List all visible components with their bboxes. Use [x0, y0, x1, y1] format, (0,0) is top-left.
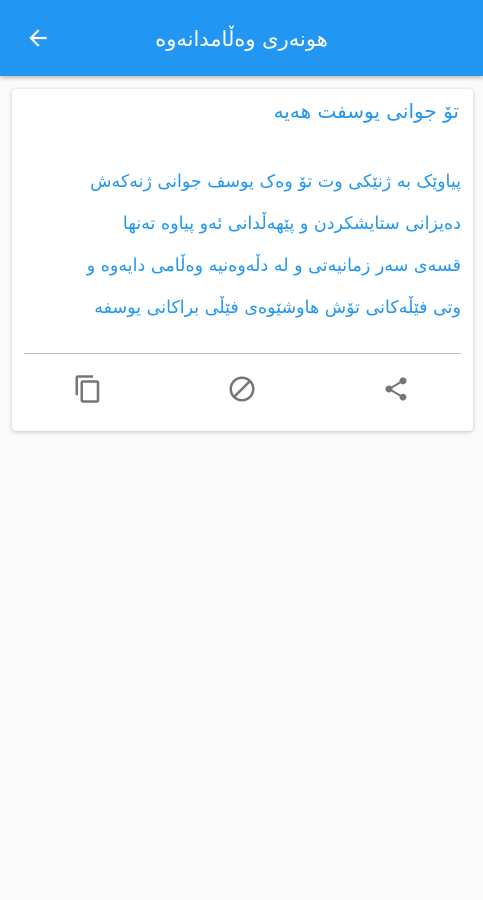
- card-text-line: وتی فێڵەکانی تۆش هاوشێوەی فێڵی براکانی ی…: [94, 298, 461, 318]
- card-body: پیاوێک بە ژنێکی وت تۆ وەک یوسف جوانی ژنە…: [24, 161, 461, 329]
- app-bar: هونەری وەڵامدانەوە: [0, 0, 483, 76]
- share-button[interactable]: [376, 371, 416, 411]
- card-text-line: قسەی سەر زمانیەتی و لە دڵەوەنیە وەڵامی د…: [86, 256, 461, 276]
- copy-icon: [73, 374, 103, 408]
- copy-button[interactable]: [68, 371, 108, 411]
- block-icon: [227, 374, 257, 408]
- page-title: هونەری وەڵامدانەوە: [155, 27, 328, 51]
- card-actions: [12, 371, 473, 411]
- share-icon: [382, 375, 410, 407]
- back-button[interactable]: [18, 20, 58, 60]
- card-text-line: پیاوێک بە ژنێکی وت تۆ وەک یوسف جوانی ژنە…: [90, 172, 461, 192]
- card-text-line: دەیزانی ستایشکردن و پێهەڵدانی ئەو پیاوە …: [122, 214, 461, 234]
- card-title: تۆ جوانی یوسفت هەیە: [273, 99, 459, 123]
- arrow-back-icon: [25, 25, 51, 55]
- quote-card: تۆ جوانی یوسفت هەیە پیاوێک بە ژنێکی وت ت…: [12, 89, 473, 431]
- block-button[interactable]: [222, 371, 262, 411]
- divider: [24, 353, 461, 354]
